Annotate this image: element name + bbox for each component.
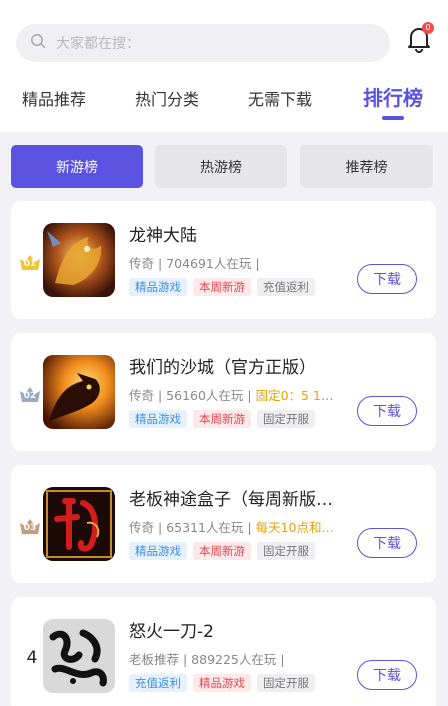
game-card[interactable]: 01 龙神大陆 传奇 | 704691人在玩 | 精品游戏 本周新游 充值返利 … xyxy=(11,201,436,319)
game-title: 我们的沙城（官方正版） xyxy=(129,358,316,378)
game-meta: 传奇 | 56160人在玩 | 固定0：5 10… xyxy=(129,388,341,403)
game-tags: 精品游戏 本周新游 充值返利 xyxy=(129,278,315,296)
game-meta: 传奇 | 65311人在玩 | 每天10点和… xyxy=(129,520,334,535)
tag: 本周新游 xyxy=(193,278,251,296)
download-button[interactable]: 下载 xyxy=(357,264,417,294)
tag: 精品游戏 xyxy=(129,542,187,560)
game-title: 龙神大陆 xyxy=(129,226,197,246)
tag: 固定开服 xyxy=(257,542,315,560)
game-title: 老板神途盒子（每周新版… xyxy=(129,490,333,510)
rank-number: 4 xyxy=(26,648,38,668)
download-button[interactable]: 下载 xyxy=(357,660,417,690)
game-icon-god-calligraphy xyxy=(43,487,115,561)
header: 大家都在搜： 0 精品推荐 热门分类 无需下载 排行榜 xyxy=(0,0,448,132)
game-card[interactable]: 02 我们的沙城（官方正版） 传奇 | 56160人在玩 | 固定0：5 10…… xyxy=(11,333,436,451)
search-bar[interactable]: 大家都在搜： xyxy=(16,24,390,62)
bell-icon xyxy=(404,28,434,58)
segment-new-games[interactable]: 新游榜 xyxy=(11,145,143,188)
segment-recommended[interactable]: 推荐榜 xyxy=(300,145,433,188)
tag: 固定开服 xyxy=(257,410,315,428)
rank-badge-silver: 02 xyxy=(19,385,41,403)
game-icon-rage-calligraphy xyxy=(43,619,115,693)
game-card[interactable]: 4 怒火一刀-2 老板推荐 | 889225人在玩 | 充值返利 精品游戏 固定… xyxy=(11,597,436,706)
notification-button[interactable]: 0 xyxy=(404,22,436,58)
tag: 充值返利 xyxy=(129,674,187,692)
game-title: 怒火一刀-2 xyxy=(129,622,214,642)
segment-hot-games[interactable]: 热游榜 xyxy=(155,145,287,188)
tag: 精品游戏 xyxy=(193,674,251,692)
nav-tabs: 精品推荐 热门分类 无需下载 排行榜 xyxy=(0,78,448,124)
tab-rankings[interactable]: 排行榜 xyxy=(363,82,423,111)
game-card[interactable]: 03 老板神途盒子（每周新版… 传奇 | 65311人在玩 | 每天10点和… … xyxy=(11,465,436,583)
game-tags: 精品游戏 本周新游 固定开服 xyxy=(129,410,315,428)
search-placeholder: 大家都在搜： xyxy=(56,36,140,52)
active-tab-indicator xyxy=(382,116,404,120)
download-button[interactable]: 下载 xyxy=(357,396,417,426)
tab-featured[interactable]: 精品推荐 xyxy=(22,86,86,110)
game-meta: 传奇 | 704691人在玩 | xyxy=(129,256,260,271)
tag: 固定开服 xyxy=(257,674,315,692)
tag: 充值返利 xyxy=(257,278,315,296)
download-button[interactable]: 下载 xyxy=(357,528,417,558)
tag: 本周新游 xyxy=(193,542,251,560)
game-icon-dragon-fire xyxy=(43,355,115,429)
search-icon xyxy=(30,33,46,53)
tag: 精品游戏 xyxy=(129,278,187,296)
notification-badge: 0 xyxy=(422,22,434,34)
tag: 精品游戏 xyxy=(129,410,187,428)
tab-categories[interactable]: 热门分类 xyxy=(135,86,199,110)
game-tags: 精品游戏 本周新游 固定开服 xyxy=(129,542,315,560)
game-icon-dragon xyxy=(43,223,115,297)
rank-badge-gold: 01 xyxy=(19,253,41,271)
tag: 本周新游 xyxy=(193,410,251,428)
game-tags: 充值返利 精品游戏 固定开服 xyxy=(129,674,315,692)
tab-no-download[interactable]: 无需下载 xyxy=(248,86,312,110)
game-meta: 老板推荐 | 889225人在玩 | xyxy=(129,652,285,667)
rank-badge-bronze: 03 xyxy=(19,517,41,535)
